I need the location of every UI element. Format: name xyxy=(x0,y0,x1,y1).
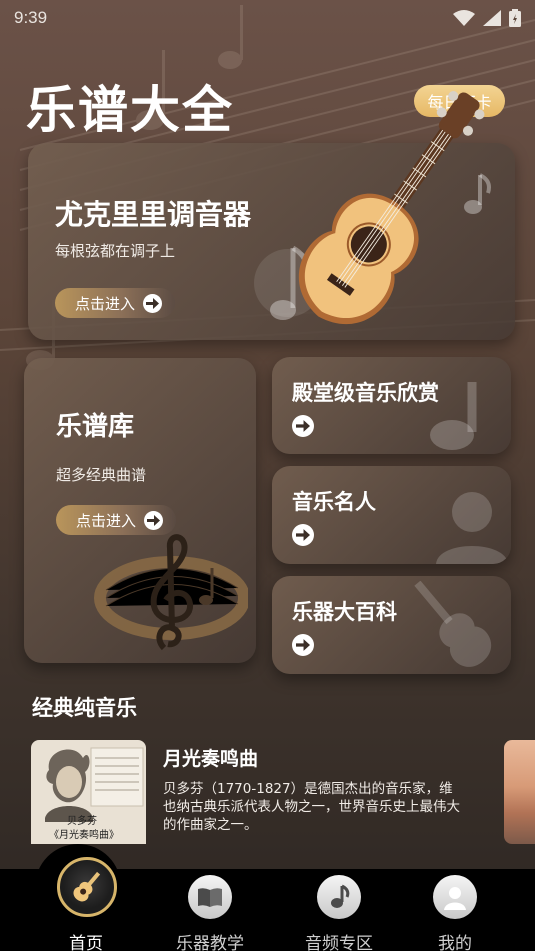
status-bar: 9:39 xyxy=(0,0,535,36)
ukulele-illustration xyxy=(298,91,485,324)
instrument-encyclopedia-title: 乐器大百科 xyxy=(292,600,397,624)
music-list-item[interactable]: 贝多芬 《月光奏鸣曲》 月光奏鸣曲 贝多芬（1770-1827）是德国杰出的音乐… xyxy=(31,740,491,844)
sheet-enter-label: 点击进入 xyxy=(76,511,137,530)
instrument-encyclopedia-card[interactable]: 乐器大百科 xyxy=(272,576,511,674)
nav-tab-instrument-teaching[interactable]: 乐器教学 xyxy=(160,869,260,951)
person-silhouette-icon xyxy=(436,492,508,564)
treble-clef-illustration xyxy=(94,534,248,651)
nav-tab-audio-zone-label: 音频专区 xyxy=(305,934,373,951)
sheet-card-title: 乐谱库 xyxy=(56,412,135,442)
arrow-right-icon xyxy=(144,510,164,530)
next-music-cover-image[interactable] xyxy=(504,740,535,844)
book-icon xyxy=(188,875,232,919)
section-title-classical-music: 经典纯音乐 xyxy=(32,696,137,720)
guitar-decoration-icon xyxy=(414,581,492,667)
nav-tab-home-label: 首页 xyxy=(69,934,103,951)
nav-tab-mine-label: 我的 xyxy=(438,934,472,951)
app-title: 乐谱大全 xyxy=(26,81,234,139)
music-appreciation-card[interactable]: 殿堂级音乐欣赏 xyxy=(272,357,511,454)
sheet-music-card[interactable]: 乐谱库 超多经典曲谱 点击进入 xyxy=(24,358,256,663)
arrow-right-icon xyxy=(292,634,314,656)
status-time: 9:39 xyxy=(14,8,48,27)
music-item-title: 月光奏鸣曲 xyxy=(163,748,259,770)
arrow-right-icon xyxy=(143,293,163,313)
tuner-enter-label: 点击进入 xyxy=(75,294,136,313)
nav-tab-audio-zone[interactable]: 音频专区 xyxy=(289,869,389,951)
nav-tab-instrument-teaching-label: 乐器教学 xyxy=(176,934,244,951)
cover-caption-composer: 贝多芬 xyxy=(67,816,97,827)
music-item-description: 贝多芬（1770-1827）是德国杰出的音乐家，维也纳古典乐派代表人物之一，世界… xyxy=(163,781,460,833)
arrow-right-icon xyxy=(292,524,314,546)
cover-caption-title: 《月光奏鸣曲》 xyxy=(49,830,119,841)
user-icon xyxy=(433,875,477,919)
battery-icon xyxy=(509,9,521,27)
sheet-enter-button[interactable]: 点击进入 xyxy=(56,505,176,535)
tuner-card-title: 尤克里里调音器 xyxy=(55,198,252,231)
signal-icon xyxy=(483,10,501,26)
nav-tab-mine[interactable]: 我的 xyxy=(405,869,505,951)
wifi-icon xyxy=(453,10,475,26)
music-appreciation-title: 殿堂级音乐欣赏 xyxy=(292,381,439,405)
guitar-icon[interactable] xyxy=(57,857,117,917)
arrow-right-icon xyxy=(292,415,314,437)
music-note-icon xyxy=(317,875,361,919)
sheet-card-subtitle: 超多经典曲谱 xyxy=(56,466,147,484)
tuner-card-subtitle: 每根弦都在调子上 xyxy=(55,242,176,260)
music-celebrities-title: 音乐名人 xyxy=(292,490,376,514)
tuner-enter-button[interactable]: 点击进入 xyxy=(55,288,175,318)
music-cover-image: 贝多芬 《月光奏鸣曲》 xyxy=(31,740,146,844)
music-celebrities-card[interactable]: 音乐名人 xyxy=(272,466,511,564)
